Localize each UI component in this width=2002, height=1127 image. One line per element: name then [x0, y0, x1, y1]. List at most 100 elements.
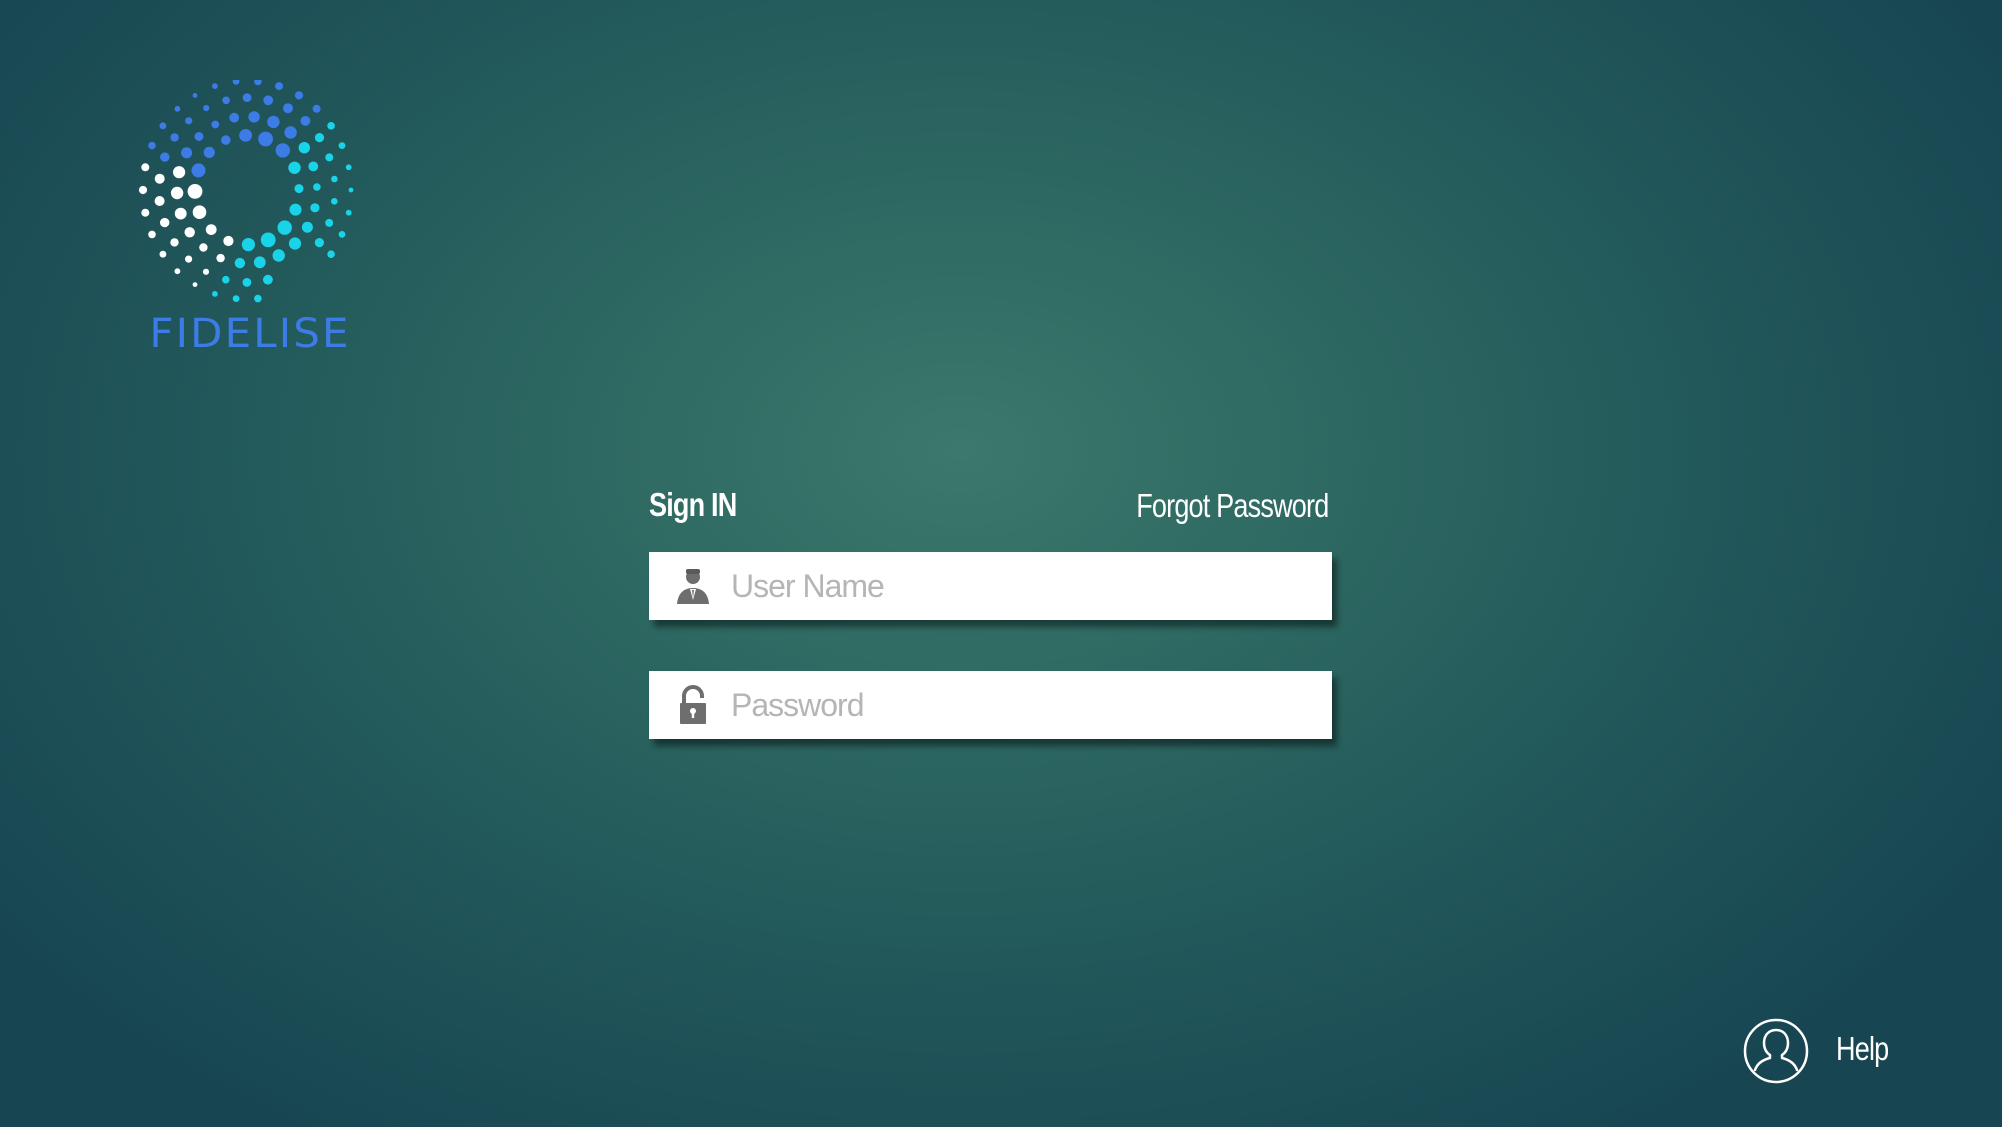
username-input[interactable]: [731, 552, 1311, 620]
logo-dot: [345, 209, 352, 216]
logo-dot: [298, 142, 310, 154]
logo-dot: [174, 207, 187, 220]
logo-dot: [260, 232, 276, 248]
logo-dot: [277, 220, 292, 235]
logo-dot: [283, 103, 293, 114]
username-field[interactable]: [649, 552, 1332, 620]
logo-dot: [173, 166, 186, 179]
logo-dot: [203, 105, 210, 112]
logo-dot: [272, 249, 285, 262]
logo-dot: [331, 175, 338, 183]
logo-dot: [275, 143, 290, 158]
logo-dot: [325, 153, 334, 162]
logo-dot: [314, 133, 325, 143]
fidelise-logo: FIDELISE: [125, 80, 375, 360]
logo-dot: [216, 253, 225, 263]
logo-dot: [222, 96, 230, 105]
logo-dot: [192, 282, 198, 287]
logo-dot: [294, 184, 304, 194]
logo-dot: [348, 187, 354, 193]
logo-dot: [159, 122, 167, 130]
logo-dots-mark: [138, 80, 354, 303]
logo-dot: [234, 257, 246, 269]
logo-dot: [248, 111, 260, 123]
logo-dot: [194, 132, 204, 141]
logo-dot: [232, 295, 240, 302]
logo-dot: [174, 105, 181, 112]
logo-dot: [241, 238, 255, 252]
logo-dot: [242, 278, 252, 287]
logo-dot: [192, 205, 207, 219]
logo-dot: [345, 164, 352, 171]
logo-dot: [170, 133, 179, 142]
password-input[interactable]: [731, 671, 1311, 739]
logo-dot: [232, 80, 240, 85]
user-circle-icon: [1743, 1018, 1809, 1084]
logo-dot: [288, 161, 301, 174]
logo-dot: [141, 163, 150, 172]
logo-dot: [325, 218, 334, 227]
logo-dot: [221, 135, 231, 145]
logo-dot: [160, 152, 170, 162]
logo-dot: [185, 255, 193, 263]
logo-dot: [148, 141, 156, 150]
logo-dot: [211, 120, 220, 129]
logo-dot: [300, 116, 311, 126]
help-label: Help: [1836, 1030, 1889, 1067]
logo-dot: [174, 268, 181, 275]
logo-dot: [170, 238, 179, 247]
logo-dot: [263, 95, 274, 106]
logo-dot: [138, 185, 148, 195]
logo-dot: [239, 129, 252, 142]
logo-dot: [331, 198, 338, 205]
logo-dot: [222, 275, 230, 284]
logo-dot: [267, 115, 280, 129]
logo-dot: [159, 250, 167, 258]
logo-dot: [294, 91, 304, 100]
logo-dot: [338, 142, 346, 149]
user-icon: [677, 569, 709, 604]
logo-dot: [263, 274, 273, 285]
logo-dot: [308, 161, 319, 172]
logo-dot: [141, 208, 150, 217]
logo-dot: [191, 163, 206, 178]
logo-dot: [192, 93, 198, 98]
logo-dot: [253, 256, 266, 269]
logo-wordmark: FIDELISE: [149, 311, 351, 357]
logo-dot: [314, 238, 324, 248]
logo-dot: [327, 250, 335, 258]
logo-dot: [313, 183, 321, 191]
logo-dot: [312, 104, 321, 113]
logo-dot: [181, 147, 193, 159]
logo-dot: [275, 82, 284, 91]
logo-dot: [154, 196, 165, 206]
logo-dot: [154, 173, 165, 184]
logo-dot: [212, 291, 218, 297]
help-button[interactable]: Help: [1743, 1018, 1893, 1086]
logo-dot: [187, 184, 203, 199]
logo-dot: [185, 117, 193, 125]
logo-dot: [199, 243, 208, 252]
lock-open-icon: [680, 685, 706, 724]
logo-dot: [310, 203, 320, 213]
signin-title: Sign IN: [649, 486, 737, 523]
logo-dot: [170, 186, 184, 200]
logo-dot: [327, 122, 335, 130]
logo-dot: [229, 112, 240, 123]
logo-dot: [212, 83, 218, 89]
logo-dot: [338, 231, 346, 238]
logo-dot: [258, 131, 273, 147]
logo-dot: [284, 126, 297, 139]
logo-dot: [148, 230, 156, 239]
logo-dot: [301, 221, 313, 233]
logo-dot: [242, 93, 252, 102]
forgot-password-link[interactable]: Forgot Password: [1136, 487, 1329, 525]
logo-dot: [223, 235, 234, 247]
logo-dot: [160, 217, 170, 228]
logo-dot: [254, 80, 262, 86]
password-field[interactable]: [649, 671, 1332, 739]
logo-dot: [254, 294, 262, 303]
logo-dot: [205, 224, 217, 236]
logo-dot: [184, 227, 195, 238]
logo-dot: [203, 146, 215, 158]
